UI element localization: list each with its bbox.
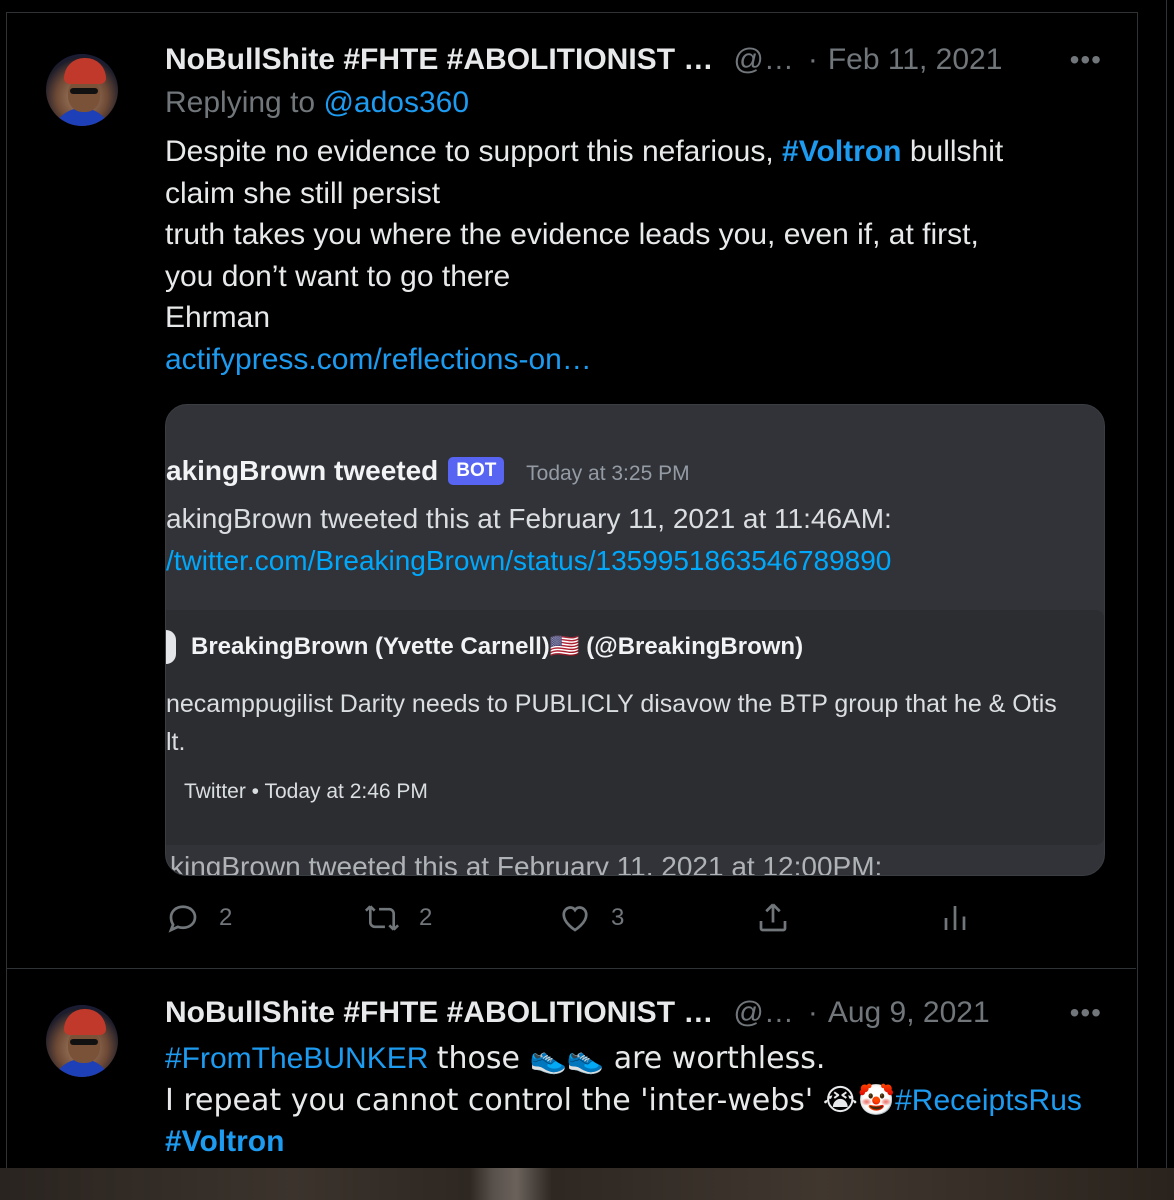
embed-author: BreakingBrown (Yvette Carnell)🇺🇸 (@Break… (191, 633, 804, 660)
retweet-count: 2 (419, 904, 433, 931)
reply-button[interactable]: 2 (165, 900, 232, 936)
like-icon (562, 906, 588, 932)
tweet-text-line: you don’t want to go there (165, 259, 511, 293)
tweet-text-line: those 👟👟 are worthless. (436, 1041, 826, 1076)
tweet-actions: 2 2 3 (165, 900, 985, 944)
tweet-header: NoBullShite #FHTE #ABOLITIONIST … @… · A… (165, 993, 1136, 1033)
tweet[interactable]: NoBullShite #FHTE #ABOLITIONIST … @… · A… (6, 969, 1136, 1168)
discord-link: /twitter.com/BreakingBrown/status/135995… (166, 545, 892, 576)
hashtag-link[interactable]: #Voltron (165, 1121, 1096, 1163)
separator-dot: · (807, 996, 818, 1029)
tweet-text-line: claim she still persist (165, 176, 441, 210)
background-photo-strip (0, 1168, 1174, 1200)
tweet-text-line: bullshit (909, 135, 1004, 168)
hashtag-link[interactable]: #Voltron (782, 135, 901, 168)
analytics-button[interactable] (937, 900, 973, 936)
embed-text-line: necamppugilist Darity needs to PUBLICLY … (166, 690, 1057, 718)
discord-author: akingBrown tweeted (166, 455, 439, 486)
share-icon (759, 903, 787, 932)
retweet-button[interactable]: 2 (363, 900, 432, 936)
author-handle[interactable]: @… (733, 996, 793, 1030)
discord-timestamp: Today at 3:25 PM (526, 462, 690, 485)
tweet-date[interactable]: Feb 11, 2021 (828, 43, 1003, 77)
discord-embed: BreakingBrown (Yvette Carnell)🇺🇸 (@Break… (166, 610, 1104, 845)
more-icon[interactable]: ••• (1070, 997, 1102, 1029)
scrollbar-edge (1166, 0, 1167, 1168)
replying-handle-link[interactable]: @ados360 (323, 86, 469, 119)
discord-message-line: akingBrown tweeted this at February 11, … (166, 503, 892, 534)
author-name[interactable]: NoBullShite #FHTE #ABOLITIONIST … (165, 996, 713, 1030)
hashtag-link[interactable]: #ReceiptsRus (895, 1084, 1082, 1117)
tweet-text-line: Despite no evidence to support this nefa… (165, 135, 774, 168)
like-button[interactable]: 3 (557, 900, 624, 936)
bot-badge: BOT (448, 457, 505, 485)
retweet-icon (364, 905, 400, 931)
tweet-text-line: truth takes you where the evidence leads… (165, 218, 979, 251)
analytics-icon (944, 906, 966, 930)
tweet[interactable]: NoBullShite #FHTE #ABOLITIONIST … @… · F… (6, 12, 1136, 969)
author-name[interactable]: NoBullShite #FHTE #ABOLITIONIST … (165, 43, 713, 77)
more-icon[interactable]: ••• (1070, 44, 1102, 76)
reply-icon (168, 905, 197, 933)
discord-message-header: akingBrown tweeted BOT Today at 3:25 PM (166, 455, 690, 487)
author-handle[interactable]: @… (733, 43, 793, 77)
avatar[interactable] (46, 54, 118, 126)
tweet-text-line: I repeat you cannot control the 'inter-w… (165, 1082, 896, 1118)
tweet-date[interactable]: Aug 9, 2021 (828, 996, 990, 1030)
replying-prefix: Replying to (165, 86, 316, 119)
discord-message-line-cut: kingBrown tweeted this at February 11, 2… (170, 851, 883, 876)
embed-text-line: lt. (166, 728, 186, 756)
embed-avatar (166, 630, 176, 664)
like-count: 3 (611, 904, 625, 931)
tweet-text: #FromTheBUNKER those 👟👟 are worthless. I… (165, 1038, 1096, 1163)
tweet-header: NoBullShite #FHTE #ABOLITIONIST … @… · F… (165, 40, 1136, 80)
embed-footer: Twitter • Today at 2:46 PM (184, 780, 428, 803)
share-button[interactable] (755, 900, 791, 936)
reply-count: 2 (219, 904, 233, 931)
tweet-text: Despite no evidence to support this nefa… (165, 131, 1096, 380)
replying-to: Replying to @ados360 (165, 86, 469, 120)
external-link[interactable]: actifypress.com/reflections-on… (165, 339, 1096, 381)
attached-image[interactable]: akingBrown tweeted BOT Today at 3:25 PM a… (165, 404, 1105, 876)
separator-dot: · (807, 43, 818, 76)
tweet-text-line: Ehrman (165, 301, 271, 334)
hashtag-link[interactable]: #FromTheBUNKER (165, 1042, 428, 1075)
avatar[interactable] (46, 1005, 118, 1077)
